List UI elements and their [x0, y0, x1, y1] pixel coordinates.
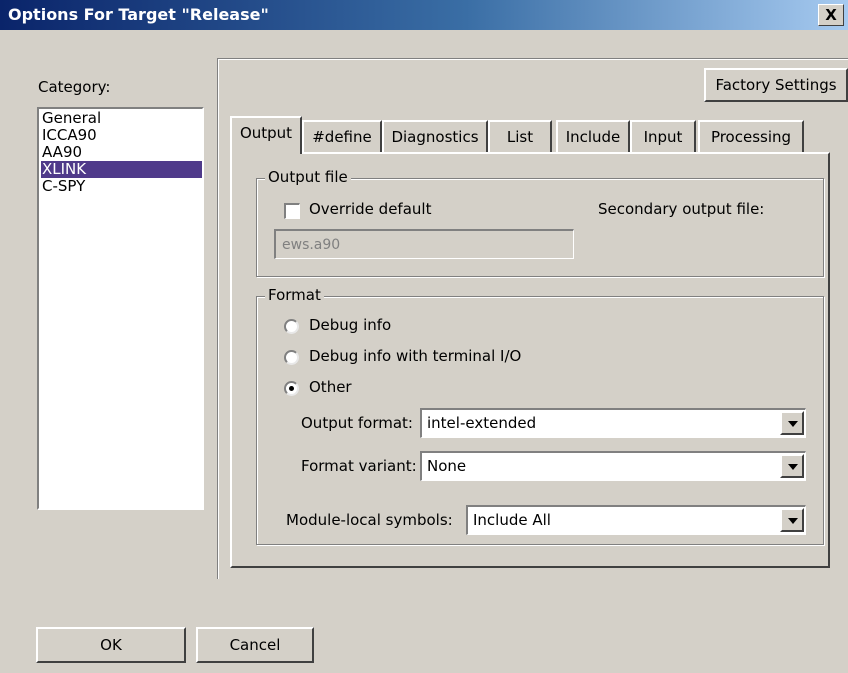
category-label: Category: — [38, 78, 111, 96]
title-bar[interactable]: Options For Target "Release" X — [0, 0, 848, 30]
format-variant-label: Format variant: — [301, 457, 417, 475]
format-variant-dropdown-button[interactable] — [780, 454, 804, 478]
format-variant-value: None — [427, 457, 467, 475]
debug-terminal-radio[interactable] — [284, 350, 299, 365]
category-item-general[interactable]: General — [41, 110, 202, 127]
tab-include[interactable]: Include — [556, 120, 630, 152]
category-item-xlink[interactable]: XLINK — [41, 161, 202, 178]
module-local-select[interactable]: Include All — [466, 505, 806, 535]
chevron-down-icon — [788, 464, 798, 470]
module-local-value: Include All — [473, 511, 551, 529]
chevron-down-icon — [788, 421, 798, 427]
tab-processing[interactable]: Processing — [698, 120, 804, 152]
output-format-label: Output format: — [301, 414, 413, 432]
override-default-checkbox[interactable] — [284, 203, 300, 219]
output-file-legend: Output file — [265, 168, 351, 186]
factory-settings-button[interactable]: Factory Settings — [704, 68, 848, 102]
tab-list[interactable]: List — [488, 120, 552, 152]
category-item-cspy[interactable]: C-SPY — [41, 178, 202, 195]
module-local-label: Module-local symbols: — [286, 511, 453, 529]
output-format-select[interactable]: intel-extended — [420, 408, 806, 438]
close-button[interactable]: X — [818, 4, 844, 26]
category-item-icca90[interactable]: ICCA90 — [41, 127, 202, 144]
other-label[interactable]: Other — [309, 378, 352, 396]
category-list[interactable]: General ICCA90 AA90 XLINK C-SPY — [37, 107, 204, 510]
window-title: Options For Target "Release" — [8, 5, 269, 24]
tab-diagnostics[interactable]: Diagnostics — [382, 120, 488, 152]
chevron-down-icon — [788, 518, 798, 524]
output-format-dropdown-button[interactable] — [780, 411, 804, 435]
output-format-value: intel-extended — [427, 414, 537, 432]
output-file-group — [256, 178, 824, 277]
debug-terminal-label[interactable]: Debug info with terminal I/O — [309, 347, 521, 365]
output-filename-field: ews.a90 — [274, 229, 574, 259]
tab-define[interactable]: #define — [302, 120, 382, 152]
override-default-label[interactable]: Override default — [309, 200, 431, 218]
cancel-button[interactable]: Cancel — [196, 627, 314, 663]
tab-output[interactable]: Output — [230, 116, 302, 154]
secondary-output-label: Secondary output file: — [598, 200, 765, 218]
category-item-aa90[interactable]: AA90 — [41, 144, 202, 161]
debug-info-radio[interactable] — [284, 319, 299, 334]
format-variant-select[interactable]: None — [420, 451, 806, 481]
module-local-dropdown-button[interactable] — [780, 508, 804, 532]
debug-info-label[interactable]: Debug info — [309, 316, 391, 334]
radio-selected-dot — [289, 386, 294, 391]
tab-input[interactable]: Input — [630, 120, 696, 152]
format-legend: Format — [265, 286, 324, 304]
other-radio[interactable] — [284, 381, 299, 396]
ok-button[interactable]: OK — [36, 627, 186, 663]
